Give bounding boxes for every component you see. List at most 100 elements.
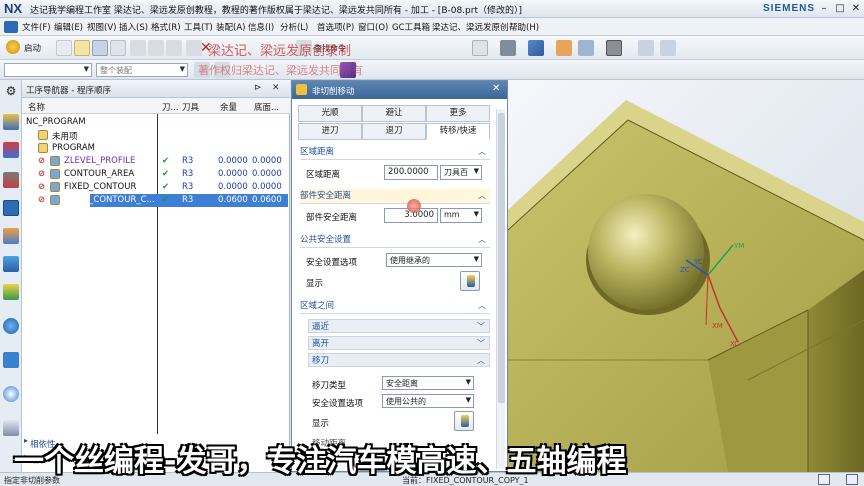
type-filter-combo[interactable]: ▼	[4, 63, 92, 77]
common-safe-show-button[interactable]	[460, 271, 480, 291]
machine-navigator-icon[interactable]	[3, 228, 19, 244]
app-menu-icon[interactable]	[4, 21, 18, 33]
menu-edit[interactable]: 编辑(E)	[54, 21, 83, 33]
tab-smoothing[interactable]: 光顺	[298, 105, 362, 122]
section-view-icon[interactable]	[638, 40, 654, 56]
save-as-icon[interactable]	[110, 40, 126, 56]
menu-window[interactable]: 窗口(O)	[358, 21, 388, 33]
subsection-approach[interactable]: 逼近 ﹀	[308, 319, 490, 333]
maximize-button[interactable]: □	[832, 2, 848, 15]
navigator-row[interactable]: ⊘ ZLEVEL_PROFILE ✔ R3 0.0000 0.0000	[22, 155, 290, 168]
cut-icon[interactable]	[130, 40, 146, 56]
column-floor-stock[interactable]: 底面...	[254, 101, 279, 113]
reuse-library-icon[interactable]	[3, 256, 19, 272]
transfer-safe-option-select[interactable]: 使用公共的 ▼	[382, 394, 474, 408]
navigator-column-headers: 名称 刀... 刀具 余量 底面...	[22, 98, 290, 114]
menu-tools[interactable]: 工具(T)	[184, 21, 213, 33]
folder-icon	[38, 130, 48, 140]
status-window-icon[interactable]	[818, 474, 830, 485]
layer-icon[interactable]	[578, 40, 594, 56]
menu-view[interactable]: 视图(V)	[87, 21, 116, 33]
part-navigator-icon[interactable]	[3, 114, 19, 130]
dialog-scroll-thumb[interactable]	[498, 113, 505, 403]
tab-transfer-rapid[interactable]: 转移/快速	[426, 123, 490, 140]
menu-help[interactable]: 帮助(H)	[509, 21, 539, 33]
floor-stock-cell: 0.0000	[252, 169, 282, 179]
column-stock[interactable]: 余量	[220, 101, 237, 113]
menu-original[interactable]: 梁达记、梁远发原创	[432, 21, 509, 33]
subsection-depart[interactable]: 离开 ﹀	[308, 336, 490, 350]
axis-label-xm: XM	[712, 322, 723, 330]
navigator-row[interactable]: ⊘ CONTOUR_AREA ✔ R3 0.0000 0.0000	[22, 168, 290, 181]
window-title: 达记我学编程工作室 梁达记、梁远发原创教程，教程的著作版权属于梁达记、梁远发共同…	[30, 6, 523, 16]
status-fullscreen-icon[interactable]	[846, 474, 858, 485]
menu-insert[interactable]: 插入(S)	[119, 21, 148, 33]
toolpath-status-check: ✔	[162, 169, 170, 179]
standard-toolbar: 启动 ✕ 查找命令	[0, 36, 864, 60]
column-tool[interactable]: 刀具	[182, 101, 199, 113]
background-icon[interactable]	[606, 40, 622, 56]
navigator-title: 工序导航器 - 程序顺序	[26, 86, 111, 96]
tab-retract[interactable]: 退刀	[362, 123, 426, 140]
menu-format[interactable]: 格式(R)	[151, 21, 181, 33]
assembly-navigator-icon[interactable]	[3, 142, 19, 158]
cube-view-icon[interactable]	[528, 40, 544, 56]
selection-filter-icon[interactable]	[472, 40, 488, 56]
menu-gc-toolbox[interactable]: GC工具箱	[392, 21, 430, 33]
cursor-highlight	[407, 199, 421, 213]
menu-analysis[interactable]: 分析(L)	[280, 21, 308, 33]
start-button[interactable]: 启动	[24, 42, 41, 54]
close-button[interactable]: ✕	[848, 2, 864, 15]
navigator-pin-icon[interactable]: ⊳	[254, 83, 262, 93]
snap-view-icon[interactable]	[660, 40, 676, 56]
menu-file[interactable]: 文件(F)	[22, 21, 51, 33]
navigator-row[interactable]: ⊘ FIXED_CONTOUR ✔ R3 0.0000 0.0000	[22, 181, 290, 194]
part-safe-unit-select[interactable]: mm ▼	[440, 208, 482, 223]
clock-icon[interactable]	[3, 386, 19, 402]
common-safe-option-select[interactable]: 使用继承的 ▼	[386, 253, 482, 267]
section-region-distance[interactable]: 区域距离 ︿	[300, 145, 490, 160]
web-browser-icon[interactable]	[3, 318, 19, 334]
constraint-navigator-icon[interactable]	[3, 172, 19, 188]
region-distance-input[interactable]: 200.0000	[384, 165, 438, 180]
assembly-scope-combo[interactable]: 整个装配 ▼	[96, 63, 188, 77]
roles-icon[interactable]	[3, 420, 19, 436]
transfer-type-select[interactable]: 安全距离 ▼	[382, 376, 474, 390]
operation-navigator-icon[interactable]	[3, 200, 19, 216]
tab-more[interactable]: 更多	[426, 105, 490, 122]
region-distance-unit-select[interactable]: 刀具百 ▼	[440, 165, 482, 180]
render-style-icon[interactable]	[500, 40, 516, 56]
dialog-scrollbar[interactable]	[496, 109, 505, 469]
graphics-viewport[interactable]: YM YC ZC XM XC	[508, 80, 864, 472]
dialog-close-icon[interactable]: ✕	[492, 83, 500, 94]
paste-icon[interactable]	[166, 40, 182, 56]
save-icon[interactable]	[92, 40, 108, 56]
orient-view-icon[interactable]	[556, 40, 572, 56]
section-part-safe-clearance[interactable]: 部件安全距离 ︿	[300, 189, 490, 204]
palette-icon[interactable]	[3, 284, 19, 300]
menu-info[interactable]: 信息(I)	[248, 21, 274, 33]
navigator-row[interactable]: ⊘ FIXED_CONTOUR_C... ✔ R3 0.0600 0.0600	[22, 194, 290, 207]
section-between-regions[interactable]: 区域之间 ︿	[300, 299, 490, 314]
dialog-title: 非切削移动	[312, 87, 355, 97]
navigator-row[interactable]: PROGRAM	[22, 142, 290, 155]
tab-avoidance[interactable]: 避让	[362, 105, 426, 122]
navigator-row[interactable]: 未用项	[22, 129, 290, 142]
open-folder-icon[interactable]	[74, 40, 90, 56]
gear-icon[interactable]: ⚙	[3, 84, 19, 100]
copy-icon[interactable]	[148, 40, 164, 56]
section-common-safe-settings[interactable]: 公共安全设置 ︿	[300, 233, 490, 248]
new-file-icon[interactable]	[56, 40, 72, 56]
subsection-transfer[interactable]: 移刀 ︿	[308, 353, 490, 367]
tab-engage[interactable]: 进刀	[298, 123, 362, 140]
navigator-close-icon[interactable]: ✕	[272, 83, 280, 93]
navigator-row[interactable]: NC_PROGRAM	[22, 116, 290, 129]
menu-preferences[interactable]: 首选项(P)	[317, 21, 354, 33]
transfer-show-button[interactable]	[454, 411, 474, 431]
history-icon[interactable]	[3, 352, 19, 368]
column-toolpath[interactable]: 刀...	[162, 101, 179, 113]
column-name[interactable]: 名称	[28, 101, 45, 113]
part-model	[508, 100, 864, 472]
menu-assembly[interactable]: 装配(A)	[216, 21, 245, 33]
minimize-button[interactable]: –	[816, 2, 832, 15]
